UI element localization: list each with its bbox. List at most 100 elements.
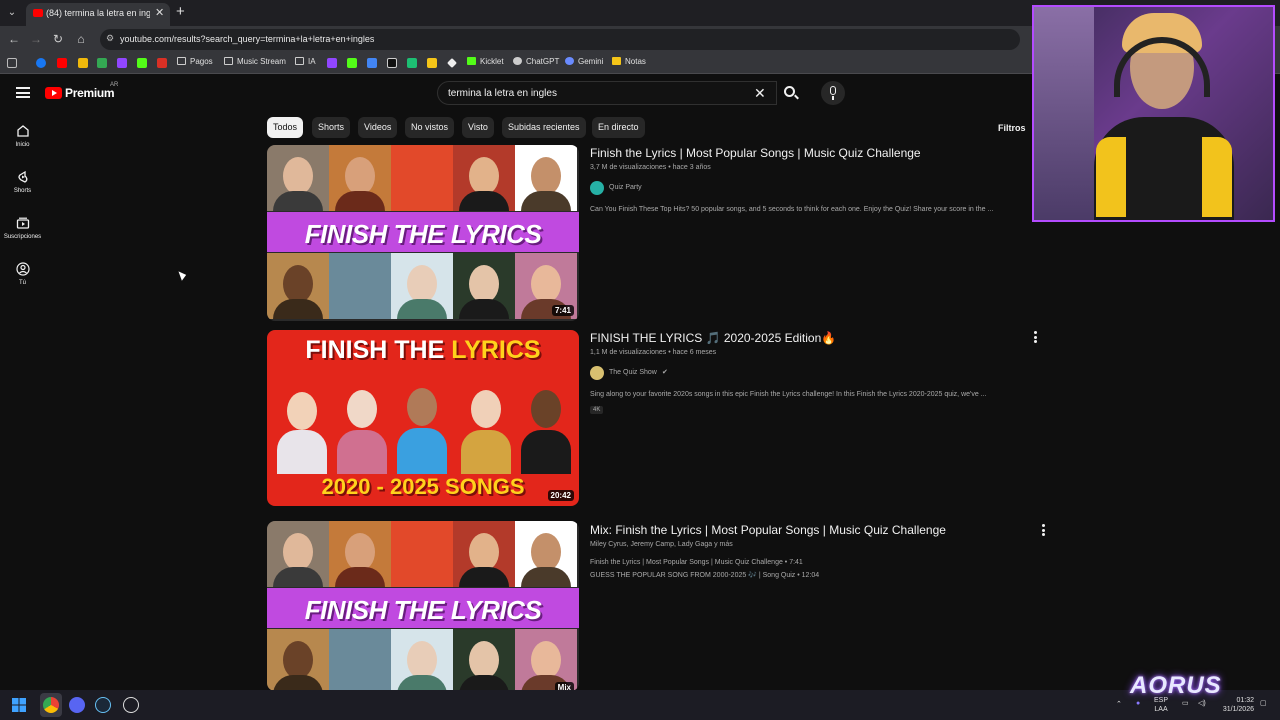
- bookmark-kicklet[interactable]: Kicklet: [467, 57, 504, 66]
- thumb-text: FINISH THE LYRICS: [304, 219, 542, 249]
- binance-bookmark-icon[interactable]: [78, 58, 88, 68]
- steam-taskbar-icon[interactable]: [95, 697, 111, 713]
- subscriptions-icon: [16, 217, 29, 229]
- thumb-face: [391, 253, 453, 319]
- thumb-face: [391, 370, 455, 474]
- video-duration: 7:41: [551, 305, 574, 316]
- bookmark-pagos[interactable]: Pagos: [177, 57, 213, 66]
- reload-icon[interactable]: ↻: [50, 31, 66, 47]
- twitch-bookmark-icon[interactable]: [117, 58, 127, 68]
- guide-item-tu[interactable]: Tú: [0, 262, 45, 286]
- chip-visto[interactable]: Visto: [462, 117, 494, 138]
- channel-name[interactable]: Quiz Party: [609, 184, 642, 191]
- windows-start-icon[interactable]: [12, 698, 26, 712]
- bookmark-gemini[interactable]: Gemini: [565, 57, 603, 66]
- discord-taskbar-icon[interactable]: [69, 697, 85, 713]
- search-icon[interactable]: [776, 81, 806, 105]
- search-value[interactable]: termina la letra en ingles: [448, 88, 557, 99]
- video-thumbnail-3[interactable]: FINISH THE LYRICS Mix: [267, 521, 579, 691]
- more-options-icon[interactable]: [1034, 331, 1038, 345]
- mix-item-2[interactable]: GUESS THE POPULAR SONG FROM 2000-2025 🎶 …: [590, 571, 819, 579]
- tab-search-icon[interactable]: ⌄: [4, 5, 20, 21]
- menu-icon[interactable]: [16, 87, 30, 98]
- chip-no-vistos[interactable]: No vistos: [405, 117, 455, 138]
- new-tab-icon[interactable]: +: [176, 3, 185, 20]
- youtube-logo-icon[interactable]: [45, 87, 62, 99]
- kick2-bookmark-icon[interactable]: [347, 58, 357, 68]
- home-button-icon[interactable]: ⌂: [73, 31, 89, 47]
- tray-chevron-icon[interactable]: ⌃: [1116, 700, 1122, 708]
- thumb-face: [453, 253, 515, 319]
- channel-avatar[interactable]: [590, 181, 604, 195]
- network-icon[interactable]: ▭: [1182, 699, 1189, 707]
- guide-item-suscripciones[interactable]: Suscripciones: [0, 216, 45, 240]
- browser-tab[interactable]: (84) termina la letra en ingles - ✕: [26, 3, 170, 26]
- video-meta-1: 3,7 M de visualizaciones • hace 3 años: [590, 164, 711, 171]
- channel-avatar[interactable]: [590, 366, 604, 380]
- search-input[interactable]: termina la letra en ingles ✕: [437, 81, 777, 105]
- thumb-text: FINISH THE LYRICS: [304, 595, 542, 625]
- diamond-bookmark-icon[interactable]: [447, 58, 457, 68]
- tool-bookmark-icon[interactable]: [427, 58, 437, 68]
- thumb-face: [391, 521, 453, 587]
- more-options-icon[interactable]: [1042, 524, 1046, 538]
- taskbar: ⌃ ESP LAA ● ▭ ◁) 01:32 31/1/2026 ▢: [0, 690, 1280, 720]
- youtube-bookmark-icon[interactable]: [57, 58, 67, 68]
- bookmark-music-stream[interactable]: Music Stream: [224, 57, 286, 66]
- facebook-bookmark-icon[interactable]: [36, 58, 46, 68]
- chip-todos[interactable]: Todos: [267, 117, 304, 138]
- notifications-icon[interactable]: ▢: [1260, 699, 1267, 707]
- guide-item-inicio[interactable]: Inicio: [0, 124, 45, 148]
- tiktok-bookmark-icon[interactable]: [387, 58, 397, 68]
- back-arrow-icon[interactable]: ←: [6, 31, 22, 47]
- gmail-bookmark-icon[interactable]: [157, 58, 167, 68]
- apps-grid-icon[interactable]: [7, 58, 17, 68]
- guide-item-shorts[interactable]: Shorts: [0, 170, 45, 194]
- tab-close-icon[interactable]: ✕: [155, 6, 164, 19]
- clear-search-icon[interactable]: ✕: [754, 85, 766, 102]
- filters-button[interactable]: Filtros: [998, 123, 1026, 133]
- forward-arrow-icon[interactable]: →: [28, 31, 44, 47]
- channel-name[interactable]: The Quiz Show: [609, 369, 657, 376]
- video-thumbnail-1[interactable]: FINISH THE LYRICS 7:41: [267, 145, 579, 321]
- mix-item-1[interactable]: Finish the Lyrics | Most Popular Songs |…: [590, 559, 803, 566]
- thumb-face: [515, 145, 577, 211]
- chrome-taskbar-icon[interactable]: [43, 697, 59, 713]
- chip-shorts[interactable]: Shorts: [312, 117, 351, 138]
- guide-label: Tú: [18, 280, 26, 286]
- twitch2-bookmark-icon[interactable]: [327, 58, 337, 68]
- webcam-shirt-stripe: [1096, 137, 1126, 217]
- thumb-face: [391, 145, 453, 211]
- thumb-face: [329, 629, 391, 691]
- thumb-title: FINISH THE LYRICS: [305, 336, 541, 364]
- bookmark-notas[interactable]: Notas: [612, 57, 646, 66]
- video-title-3[interactable]: Mix: Finish the Lyrics | Most Popular So…: [590, 523, 946, 537]
- bookmark-ia[interactable]: IA: [295, 57, 316, 66]
- thumb-face: [267, 629, 329, 691]
- chip-subidas-recientes[interactable]: Subidas recientes: [502, 117, 586, 138]
- thumb-face: [267, 253, 329, 319]
- youtube-brand[interactable]: Premium: [65, 86, 115, 100]
- volume-icon[interactable]: ◁): [1198, 699, 1206, 707]
- app-taskbar-icon[interactable]: [123, 697, 139, 713]
- guide-label: Shorts: [13, 188, 32, 194]
- meta-bookmark-icon[interactable]: [367, 58, 377, 68]
- microphone-icon[interactable]: [821, 81, 845, 105]
- video-title-2[interactable]: FINISH THE LYRICS 🎵 2020-2025 Edition🔥: [590, 331, 836, 345]
- mouse-cursor-icon: [178, 269, 188, 281]
- video-thumbnail-2[interactable]: FINISH THE LYRICS 2020 - 2025 SONGS 20:4…: [267, 330, 579, 506]
- chip-en-directo[interactable]: En directo: [592, 117, 645, 138]
- address-url[interactable]: youtube.com/results?search_query=termina…: [120, 34, 374, 44]
- mic-tray-icon[interactable]: ●: [1136, 700, 1140, 707]
- app-bookmark-icon[interactable]: [407, 58, 417, 68]
- address-bar[interactable]: ⚙ youtube.com/results?search_query=termi…: [100, 29, 1020, 50]
- chip-videos[interactable]: Videos: [358, 117, 398, 138]
- kick-bookmark-icon[interactable]: [137, 58, 147, 68]
- home-icon: [16, 125, 29, 137]
- thumb-bottom-text: 2020 - 2025 SONGS: [321, 474, 525, 499]
- site-info-icon[interactable]: ⚙: [106, 33, 114, 44]
- drive-bookmark-icon[interactable]: [97, 58, 107, 68]
- video-title-1[interactable]: Finish the Lyrics | Most Popular Songs |…: [590, 146, 921, 160]
- bookmark-chatgpt[interactable]: ChatGPT: [513, 57, 559, 66]
- thumb-face: [391, 629, 453, 691]
